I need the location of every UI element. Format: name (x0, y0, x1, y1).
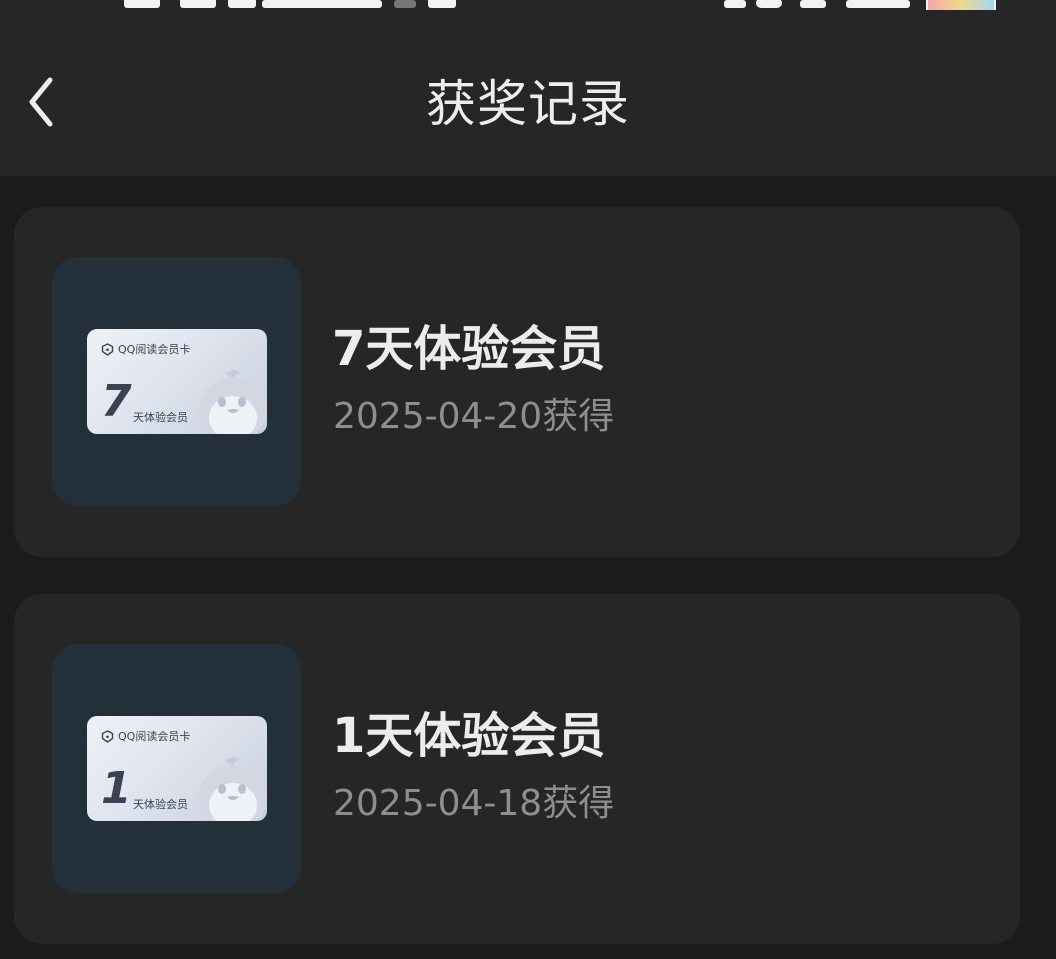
alarm-icon (756, 0, 782, 8)
list-item[interactable]: QQ阅读会员卡 1 天体验会员 1天体验会员 2025-04-18获得 (14, 594, 1020, 944)
bluetooth-icon (724, 0, 746, 8)
card-subtitle: 天体验会员 (133, 798, 188, 811)
list-item[interactable]: QQ阅读会员卡 7 天体验会员 7天体验会员 2025-04-20获得 (14, 207, 1020, 557)
notification-icon (428, 0, 456, 8)
card-brand: QQ阅读会员卡 (101, 341, 190, 357)
membership-card-image: QQ阅读会员卡 7 天体验会员 (87, 329, 267, 434)
card-brand-label: QQ阅读会员卡 (118, 730, 191, 743)
reward-title: 7天体验会员 (332, 321, 606, 377)
reward-thumbnail: QQ阅读会员卡 7 天体验会员 (52, 257, 301, 506)
card-number: 1 (101, 763, 132, 814)
penguin-mascot-icon (199, 757, 267, 821)
reward-thumbnail: QQ阅读会员卡 1 天体验会员 (52, 644, 301, 893)
network-speed-icon (262, 0, 382, 8)
status-icons (0, 0, 1056, 10)
shield-icon (101, 729, 114, 743)
reward-date: 2025-04-20获得 (333, 396, 615, 437)
card-brand: QQ阅读会员卡 (101, 728, 190, 744)
reward-title: 1天体验会员 (332, 708, 606, 764)
sim-icon (228, 0, 256, 8)
app-header: 获奖记录 (0, 10, 1056, 176)
status-bar (0, 0, 1056, 10)
shield-icon (101, 342, 114, 356)
penguin-mascot-icon (199, 370, 267, 434)
card-brand-label: QQ阅读会员卡 (118, 343, 191, 356)
signal-icon (124, 0, 160, 8)
battery-icon (926, 0, 996, 10)
card-number: 7 (101, 376, 132, 427)
signal-icon (180, 0, 216, 8)
reward-date: 2025-04-18获得 (333, 783, 615, 824)
wifi-icon (800, 0, 826, 8)
membership-card-image: QQ阅读会员卡 1 天体验会员 (87, 716, 267, 821)
battery-percent-icon (846, 0, 910, 8)
page-title: 获奖记录 (426, 75, 630, 133)
notification-icon (394, 0, 416, 8)
card-subtitle: 天体验会员 (133, 411, 188, 424)
